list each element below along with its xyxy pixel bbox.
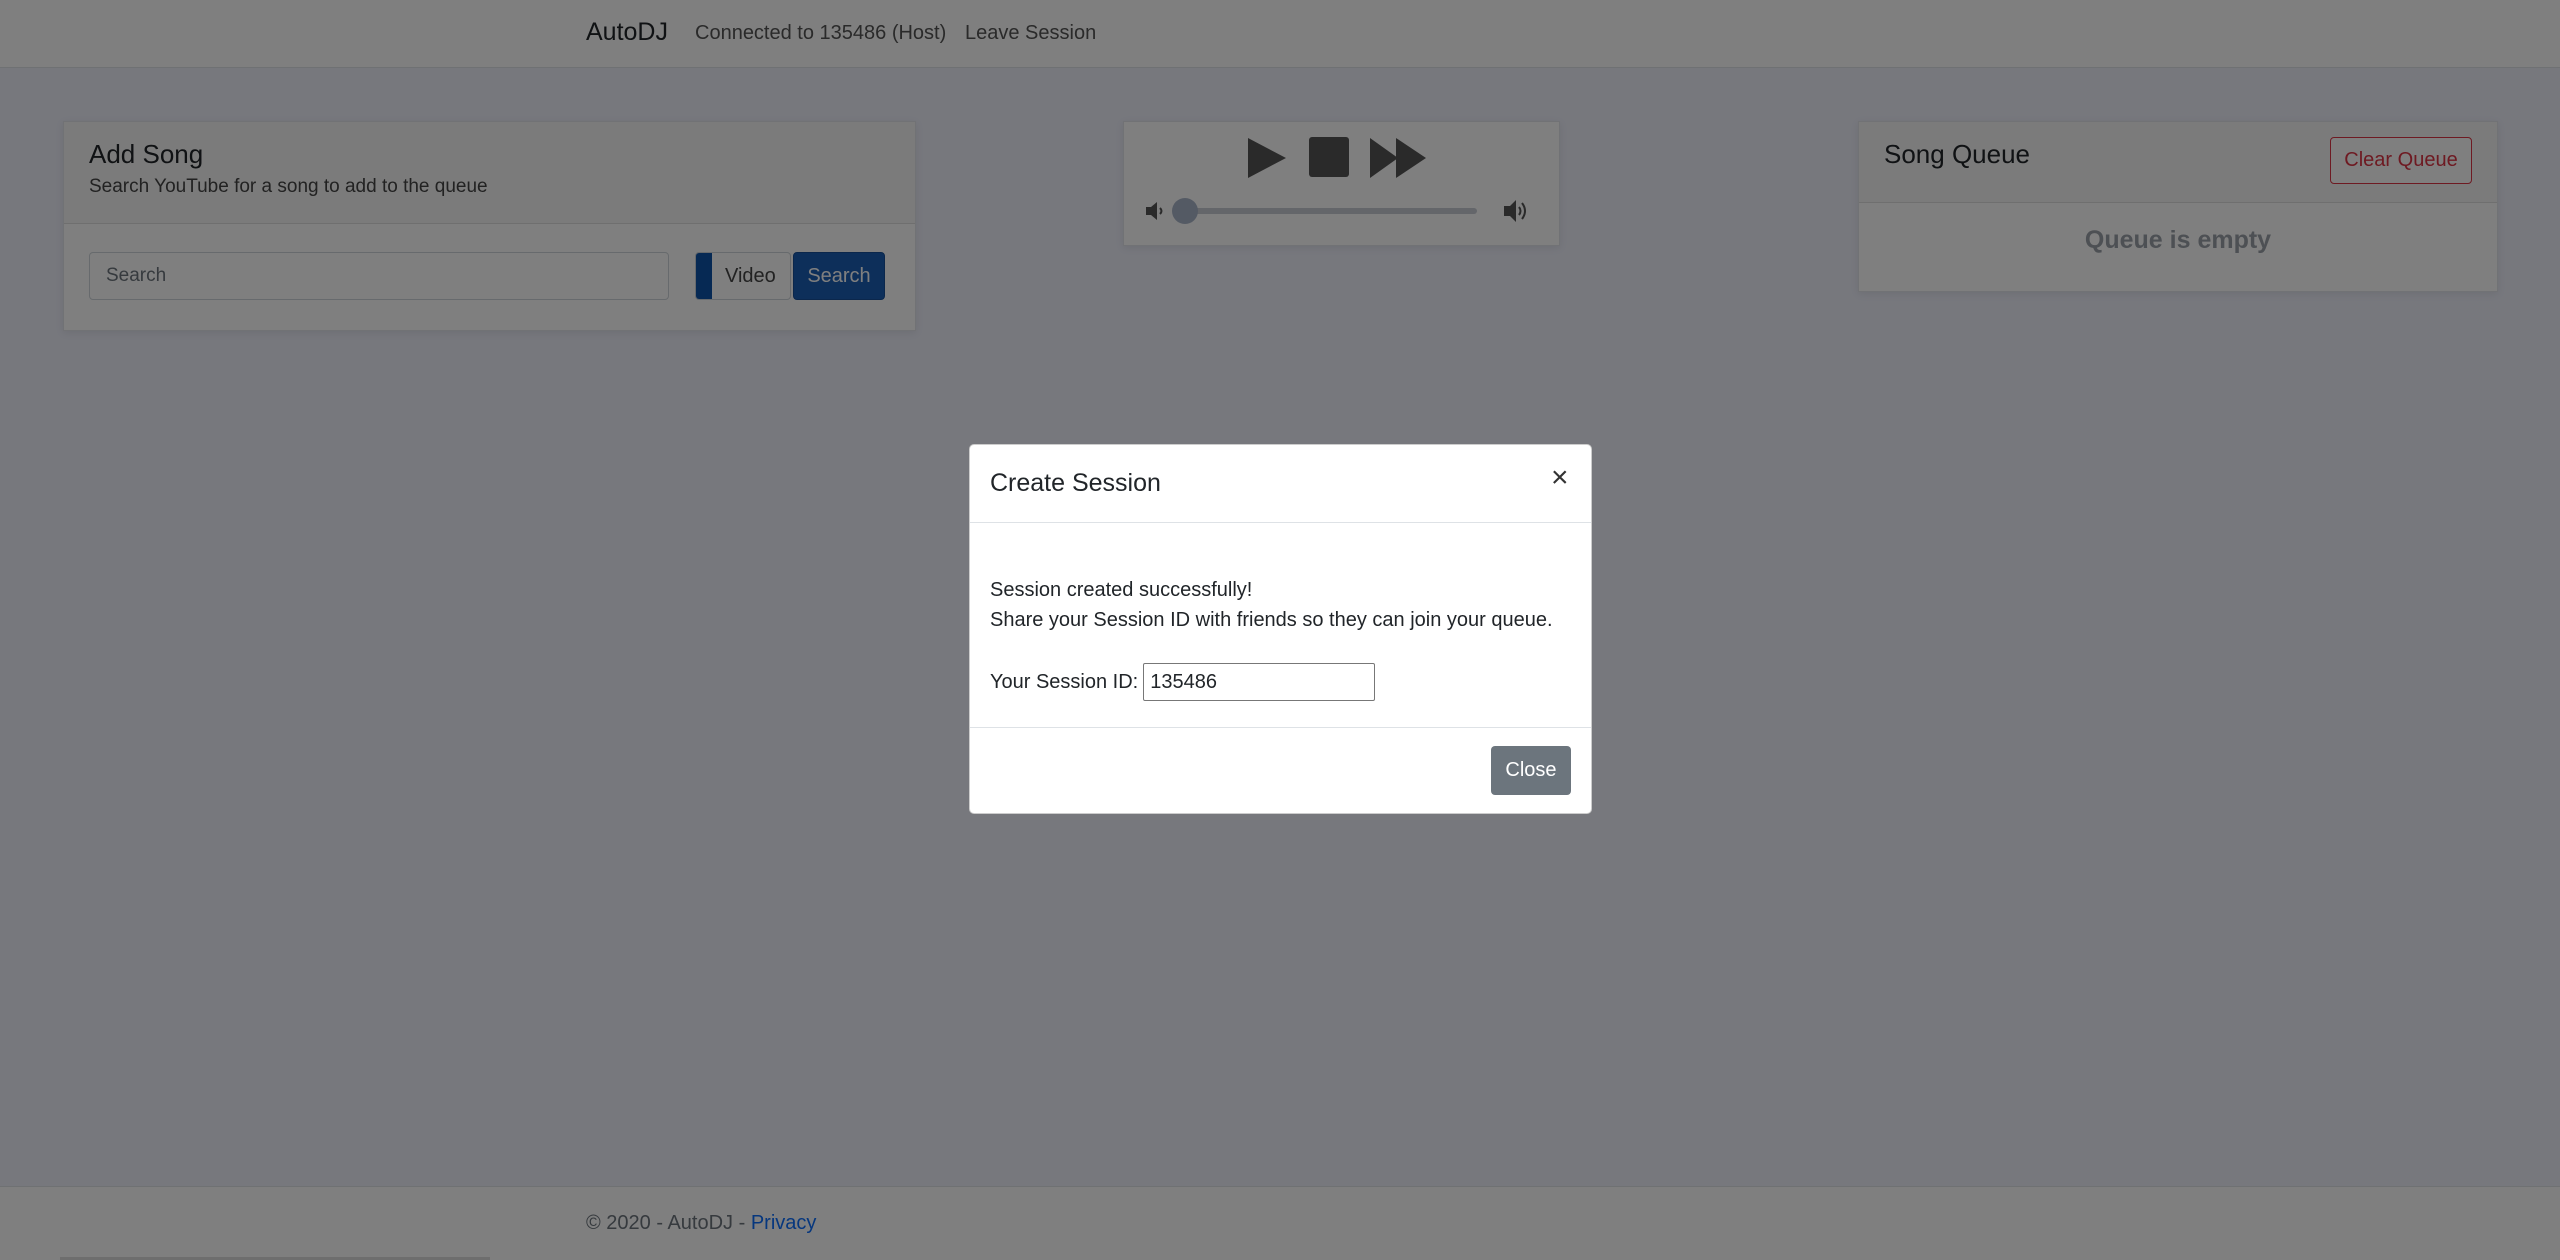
session-id-value: 135486 bbox=[1150, 670, 1217, 693]
modal-header: Create Session × bbox=[970, 445, 1591, 523]
share-message: Share your Session ID with friends so th… bbox=[990, 609, 1553, 631]
create-session-modal: Create Session × Session created success… bbox=[969, 444, 1592, 814]
success-message: Session created successfully! bbox=[990, 579, 1253, 601]
modal-body: Session created successfully! Share your… bbox=[990, 575, 1553, 635]
close-button[interactable]: Close bbox=[1491, 746, 1571, 795]
session-id-label: Your Session ID: bbox=[990, 670, 1139, 693]
modal-title: Create Session bbox=[990, 469, 1161, 497]
session-id-row: Your Session ID: 135486 bbox=[990, 663, 1376, 701]
close-icon[interactable]: × bbox=[1551, 463, 1569, 493]
session-id-field[interactable]: 135486 bbox=[1143, 663, 1376, 701]
